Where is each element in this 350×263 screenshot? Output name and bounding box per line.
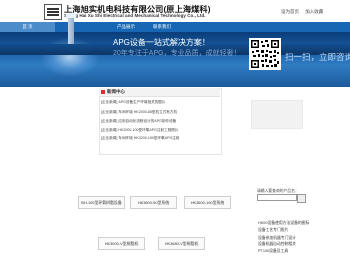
search-input[interactable]: [257, 194, 297, 201]
product-card[interactable]: HK3000-V型树脂机: [98, 237, 145, 250]
site-header: 上海旭实机电科技有限公司(原上海煤科) Shang Hai Xu Shi Ele…: [0, 0, 350, 21]
top-links: 设为首页 加入收藏: [281, 9, 328, 15]
banner-slogan: APG设备一站式解决方案！: [113, 38, 210, 47]
add-favorite-link[interactable]: 加入收藏: [305, 9, 323, 14]
product-card-label: HK3600-100型系统: [190, 200, 225, 205]
company-name-en: Shang Hai Xu Shi Electrical and Mechanic…: [64, 12, 206, 18]
set-homepage-link[interactable]: 设为首页: [281, 9, 299, 14]
company-logo[interactable]: [44, 4, 62, 20]
scan-prompt: 扫一扫，立即咨询！: [285, 52, 350, 62]
product-card-label: HK3000-V型树脂机: [104, 241, 139, 246]
news-title: 新闻中心: [107, 89, 125, 94]
product-card[interactable]: HK3600-50型系统: [130, 196, 177, 209]
product-card-label: HK3680-V型树脂机: [164, 241, 199, 246]
side-info-box: [251, 100, 303, 129]
product-card-label: HK3600-50型系统: [137, 200, 170, 205]
product-link[interactable]: PT100设备及工具: [258, 249, 288, 254]
product-link[interactable]: 设备机器自动控制相关: [258, 242, 296, 247]
nav-item-contact[interactable]: 联系我们: [140, 22, 184, 32]
product-card-label: BH-100型环氧树脂设备: [81, 200, 122, 205]
main-nav: 首 页 产品展示 联系我们: [0, 22, 350, 32]
banner-subslogan: 20年专注于APG，专业品质，成就轻奢！: [113, 50, 241, 57]
news-item[interactable]: [企业新闻] APG设备生产环境相关的图片: [101, 99, 166, 105]
qr-code-icon: [249, 38, 281, 70]
product-link[interactable]: 设备工艺专门照片: [258, 228, 288, 233]
search-button[interactable]: [297, 194, 306, 203]
news-item[interactable]: [企业新闻] 车间环境 HK3200-150型环氧APG注射: [101, 135, 179, 141]
news-item[interactable]: [企业新闻] 应用自动化流程设计的APG制作设备: [101, 118, 176, 124]
news-bullet-icon: [101, 90, 105, 94]
news-item[interactable]: [企业新闻] HK2000-100型环氧APG注射工程照片: [101, 127, 178, 133]
news-item[interactable]: [企业新闻] 车间环境 HK2000-85型机立式有方机: [101, 109, 177, 115]
nav-item-home[interactable]: 首 页: [0, 22, 55, 32]
product-card[interactable]: HK3680-V型树脂机: [158, 237, 205, 250]
product-link[interactable]: 设备参加机器专门设计: [258, 236, 296, 241]
product-link[interactable]: HK00设备使用方法设备的图标: [258, 221, 309, 226]
product-card[interactable]: BH-100型环氧树脂设备: [78, 196, 125, 209]
product-card[interactable]: HK3600-100型系统: [184, 196, 231, 209]
